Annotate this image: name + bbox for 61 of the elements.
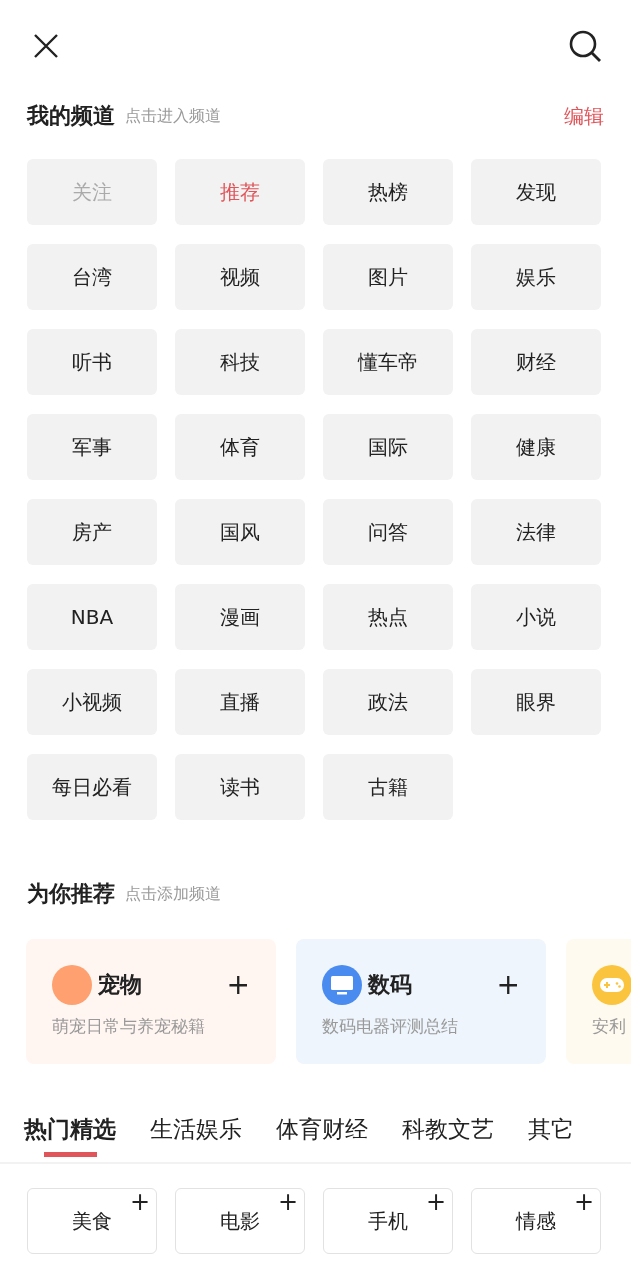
channel-chip[interactable]: 发现: [471, 159, 601, 225]
chip-label: 美食: [72, 1207, 112, 1235]
category-tab[interactable]: 科教文艺: [402, 1104, 494, 1162]
channel-chip[interactable]: 健康: [471, 414, 601, 480]
chip-label: 情感: [516, 1207, 556, 1235]
channel-chip[interactable]: 视频: [175, 244, 305, 310]
channel-chip[interactable]: 科技: [175, 329, 305, 395]
search-icon[interactable]: [568, 29, 602, 63]
card-subtitle: 安利: [592, 1015, 627, 1038]
card-subtitle: 数码电器评测总结: [322, 1015, 459, 1038]
channel-chip[interactable]: 问答: [323, 499, 453, 565]
category-chip[interactable]: 情感 +: [471, 1188, 601, 1254]
channel-chip[interactable]: 军事: [27, 414, 157, 480]
section-hint: 点击添加频道: [125, 883, 221, 905]
channel-chip[interactable]: 娱乐: [471, 244, 601, 310]
channel-chip[interactable]: 台湾: [27, 244, 157, 310]
category-tab[interactable]: 其它: [528, 1104, 574, 1162]
channel-chip[interactable]: 直播: [175, 669, 305, 735]
add-button[interactable]: +: [573, 1189, 594, 1215]
channel-chip[interactable]: 漫画: [175, 584, 305, 650]
channel-chip[interactable]: 政法: [323, 669, 453, 735]
section-hint: 点击进入频道: [125, 105, 221, 127]
add-button[interactable]: +: [496, 971, 520, 999]
channel-chip[interactable]: NBA: [27, 584, 157, 650]
channel-chip[interactable]: 国际: [323, 414, 453, 480]
section-title: 我的频道: [27, 102, 115, 130]
add-button[interactable]: +: [425, 1189, 446, 1215]
channel-chip[interactable]: 古籍: [323, 754, 453, 820]
category-chip[interactable]: 美食 +: [27, 1188, 157, 1254]
channel-chip[interactable]: 体育: [175, 414, 305, 480]
category-tab[interactable]: 生活娱乐: [150, 1104, 242, 1162]
channel-chip[interactable]: 财经: [471, 329, 601, 395]
category-tab[interactable]: 体育财经: [276, 1104, 368, 1162]
channel-chip[interactable]: 每日必看: [27, 754, 157, 820]
card-subtitle: 萌宠日常与养宠秘籍: [52, 1015, 206, 1038]
chip-label: 手机: [368, 1207, 408, 1235]
channel-chip[interactable]: 法律: [471, 499, 601, 565]
recommend-card[interactable]: 宠物 + 萌宠日常与养宠秘籍: [26, 939, 276, 1064]
channel-chip[interactable]: 听书: [27, 329, 157, 395]
channel-chip[interactable]: 国风: [175, 499, 305, 565]
category-chip[interactable]: 手机 +: [323, 1188, 453, 1254]
add-button[interactable]: +: [129, 1189, 150, 1215]
edit-link[interactable]: 编辑: [564, 102, 604, 130]
category-chip[interactable]: 电影 +: [175, 1188, 305, 1254]
section-title: 为你推荐: [27, 880, 115, 908]
chip-label: 电影: [220, 1207, 260, 1235]
channel-chip[interactable]: 小说: [471, 584, 601, 650]
card-title: 数码: [368, 971, 412, 999]
channel-chip[interactable]: 眼界: [471, 669, 601, 735]
add-button[interactable]: +: [226, 971, 250, 999]
channel-chip[interactable]: 懂车帝: [323, 329, 453, 395]
channel-chip[interactable]: 热点: [323, 584, 453, 650]
channel-chip[interactable]: 热榜: [323, 159, 453, 225]
recommend-card[interactable]: 数码 + 数码电器评测总结: [296, 939, 546, 1064]
add-button[interactable]: +: [277, 1189, 298, 1215]
close-icon[interactable]: [32, 32, 60, 60]
channel-chip[interactable]: 房产: [27, 499, 157, 565]
card-title: 宠物: [98, 971, 142, 999]
channel-chip[interactable]: 小视频: [27, 669, 157, 735]
channel-chip[interactable]: 图片: [323, 244, 453, 310]
channel-chip[interactable]: 读书: [175, 754, 305, 820]
